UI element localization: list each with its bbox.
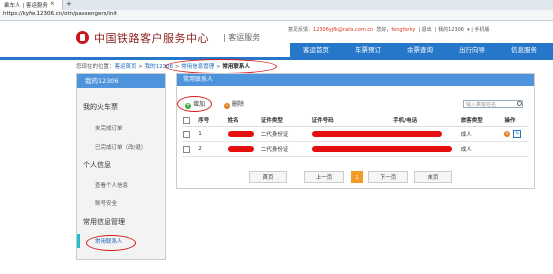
search-icon[interactable] — [517, 101, 522, 106]
tab-title: 乘车人 | 客运服务 — [4, 3, 48, 9]
annotation-oval — [177, 96, 212, 112]
sidebar-item-unfinished-orders[interactable]: 未完成订单 — [95, 124, 123, 132]
username-link[interactable]: fengforky — [391, 27, 415, 33]
feedback-email-link[interactable]: 12306yjfk@rails.com.cn — [313, 27, 373, 33]
col-no: 序号 — [197, 114, 227, 127]
browser-tab[interactable]: 乘车人 | 客运服务 × — [0, 0, 63, 10]
passenger-search-input[interactable]: 输入乘客姓名 — [463, 100, 523, 108]
table-row[interactable]: 2 二代身份证 成人 — [182, 141, 528, 157]
sidebar-header[interactable]: 我的12306 — [77, 74, 165, 88]
row-id-type: 二代身份证 — [259, 141, 311, 157]
breadcrumb-prefix: 您现在的位置： — [76, 64, 115, 70]
header-divider — [0, 57, 553, 60]
panel-title: 常用联系人 — [177, 74, 534, 86]
row-passenger-type: 成人 — [459, 126, 504, 142]
browser-tabbar: 乘车人 | 客运服务 × + — [0, 0, 553, 10]
redacted-id-phone — [311, 145, 452, 152]
sidebar-item-view-profile[interactable]: 查看个人信息 — [95, 181, 128, 189]
my12306-link[interactable]: 我的12306 — [438, 27, 464, 33]
pager-prev[interactable]: 上一页 — [304, 171, 344, 183]
delete-label: 删除 — [232, 101, 245, 108]
address-bar[interactable]: https://kyfw.12306.cn/otn/passengers/ini… — [0, 10, 553, 21]
pager-first[interactable]: 首页 — [249, 171, 287, 183]
main-nav: 客运首页 车票预订 余票查询 出行向导 信息服务 — [290, 43, 553, 57]
annotation-oval — [165, 59, 277, 74]
col-phone: 手机/电话 — [392, 114, 460, 127]
nav-remaining-tickets[interactable]: 余票查询 — [394, 43, 446, 57]
edit-icon[interactable]: ✎ — [513, 130, 522, 138]
sidebar-item-finished-orders[interactable]: 已完成订单（改/退） — [95, 143, 146, 151]
select-all-checkbox[interactable] — [183, 116, 190, 124]
redacted-id-phone — [311, 130, 442, 137]
nav-booking[interactable]: 车票预订 — [342, 43, 394, 57]
sidebar-section-info-mgmt: 常用信息管理 — [83, 218, 125, 226]
breadcrumb-separator: > — [138, 64, 143, 70]
sidebar-item-account-security[interactable]: 账号安全 — [95, 199, 117, 207]
top-user-bar: 意见反馈：12306yjfk@rails.com.cn 您好，fengforky… — [288, 27, 490, 33]
row-checkbox[interactable] — [183, 145, 190, 153]
row-checkbox[interactable] — [183, 130, 190, 138]
nav-travel-guide[interactable]: 出行向导 — [446, 43, 498, 57]
redacted-name — [227, 145, 254, 152]
row-no: 1 — [197, 126, 227, 142]
col-passenger-type: 旅客类型 — [459, 114, 504, 127]
breadcrumb-home[interactable]: 客运首页 — [115, 64, 137, 70]
nav-info-service[interactable]: 信息服务 — [498, 43, 550, 57]
logout-link[interactable]: 退出 — [422, 27, 432, 33]
nav-home[interactable]: 客运首页 — [290, 43, 342, 57]
contacts-table: 序号 姓名 证件类型 证件号码 手机/电话 旅客类型 操作 1 二代身份证 成人… — [182, 114, 528, 157]
pager-last[interactable]: 末页 — [414, 171, 452, 183]
redacted-name — [227, 130, 254, 137]
sidebar-section-tickets: 我的火车票 — [83, 103, 118, 111]
new-tab-icon[interactable]: + — [66, 0, 72, 8]
col-id-type: 证件类型 — [259, 114, 311, 127]
sidebar-active-indicator — [77, 234, 80, 248]
railway-logo-icon[interactable] — [76, 31, 89, 44]
url-text: https://kyfw.12306.cn/otn/passengers/ini… — [3, 11, 118, 17]
minus-icon: − — [224, 102, 230, 109]
feedback-label: 意见反馈： — [288, 27, 314, 33]
pager-current[interactable]: 1 — [351, 171, 363, 183]
sidebar-section-personal: 个人信息 — [83, 161, 111, 169]
row-passenger-type: 成人 — [459, 141, 504, 157]
delete-row-icon[interactable]: × — [504, 131, 511, 137]
site-title: 中国铁路客户服务中心 — [94, 32, 209, 45]
pager-next[interactable]: 下一页 — [368, 171, 408, 183]
row-id-type: 二代身份证 — [259, 126, 311, 142]
delete-contact-button[interactable]: − 删除 — [224, 99, 244, 109]
col-actions: 操作 — [503, 114, 528, 127]
tab-close-icon[interactable]: × — [50, 1, 55, 7]
mobile-link[interactable]: 手机版 — [475, 27, 490, 33]
greeting: 您好， — [376, 27, 392, 33]
site-subtitle: | 客运服务 — [223, 33, 261, 42]
col-name: 姓名 — [226, 114, 260, 127]
row-no: 2 — [197, 141, 227, 157]
table-header-row: 序号 姓名 证件类型 证件号码 手机/电话 旅客类型 操作 — [182, 114, 528, 127]
annotation-oval — [86, 235, 136, 251]
table-row[interactable]: 1 二代身份证 成人 × ✎ — [182, 126, 528, 142]
col-id-number: 证件号码 — [310, 114, 393, 127]
sidebar: 我的12306 我的火车票 未完成订单 已完成订单（改/退） 个人信息 查看个人… — [76, 73, 166, 260]
